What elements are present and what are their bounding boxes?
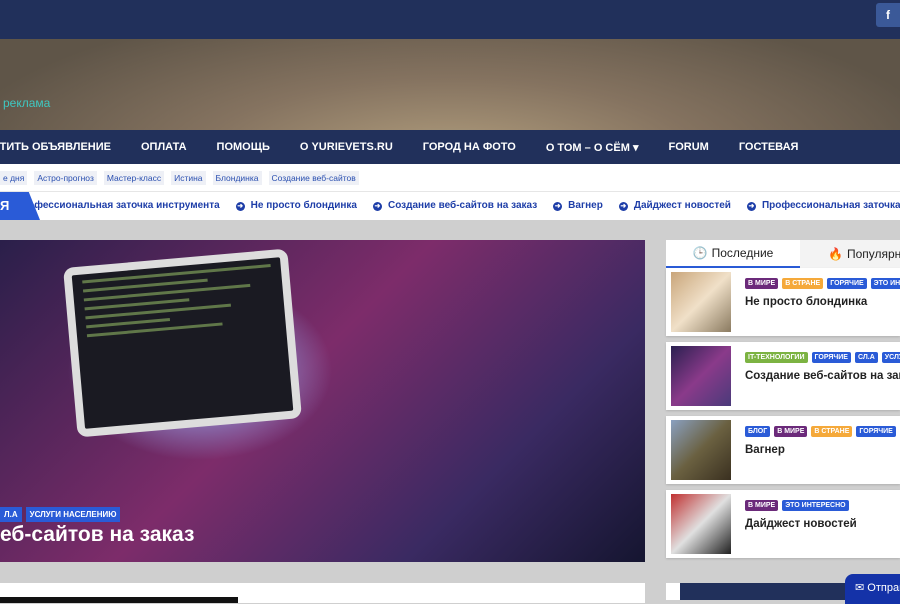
tag-link[interactable]: Мастер-класс [103,170,165,185]
category-badge[interactable]: В СТРАНЕ [782,278,824,289]
sidebar-widget: 🕒Последние 🔥Популярные В МИРЕВ СТРАНЕГОР… [666,240,900,558]
post-thumbnail[interactable] [671,420,731,480]
category-badge[interactable]: IT-ТЕХНОЛОГИИ [745,352,808,363]
main-nav: СТИТЬ ОБЪЯВЛЕНИЕ ОПЛАТА ПОМОЩЬ О YURIEVE… [0,130,900,164]
site-header-banner: реклама [0,39,900,130]
nav-item[interactable]: ГОРОД НА ФОТО [423,141,516,153]
post-thumbnail[interactable] [671,494,731,554]
ad-link[interactable]: реклама [3,96,50,110]
hero-image [63,248,302,438]
nav-item[interactable]: СТИТЬ ОБЪЯВЛЕНИЕ [0,141,111,153]
tag-link[interactable]: Создание веб-сайтов [268,170,359,185]
category-badge[interactable]: В МИРЕ [745,500,779,511]
post-list-item[interactable]: IT-ТЕХНОЛОГИИГОРЯЧИЕСЛ.АУСЛУГИ Создание в… [666,342,900,410]
post-thumbnail[interactable] [671,272,731,332]
tab-popular[interactable]: 🔥Популярные [800,240,900,268]
news-ticker: рофессиональная заточка инструмента ➜ Не … [0,192,900,220]
arrow-circle-icon: ➜ [372,202,382,211]
post-title[interactable]: Не просто блондинка [745,296,867,308]
arrow-circle-icon: ➜ [553,202,563,211]
fire-icon: 🔥 [828,247,843,261]
post-card [0,583,645,603]
post-title[interactable]: Вагнер [745,444,785,456]
post-title[interactable]: Создание веб-сайтов на заказ [745,370,900,382]
category-badge[interactable]: В СТРАНЕ [811,426,853,437]
hero-title[interactable]: еб-сайтов на заказ [0,523,194,547]
category-badge[interactable]: ЭТО ИНТЕРЕСНО [782,500,849,511]
arrow-circle-icon: ➜ [235,202,245,211]
post-list-item[interactable]: В МИРЕВ СТРАНЕГОРЯЧИЕЭТО ИНТЕРЕСНОНе про… [666,268,900,336]
post-list-item[interactable]: В МИРЕ ЭТО ИНТЕРЕСНО Дайджест новостей [666,490,900,558]
arrow-circle-icon: ➜ [746,202,756,211]
ticker-item[interactable]: ➜ Не просто блондинка [235,200,357,211]
category-badge[interactable]: ГОРЯЧИЕ [827,278,867,289]
nav-item[interactable]: FORUM [668,141,708,153]
category-badge[interactable]: СЛ.А [854,352,878,363]
post-title[interactable]: Дайджест новостей [745,518,857,530]
ticker-item[interactable]: ➜ Создание веб-сайтов на заказ [372,200,537,211]
send-label: Отправить [867,582,900,594]
category-badge[interactable]: ГОРЯЧИЕ [856,426,896,437]
category-badge[interactable]: УСЛУГИ [881,352,900,363]
post-thumbnail[interactable] [671,346,731,406]
nav-item[interactable]: ПОМОЩЬ [217,141,270,153]
tag-link[interactable]: Блондинка [212,170,262,185]
category-badge[interactable]: В МИРЕ [774,426,808,437]
category-badge[interactable]: ЭТО ИНТЕРЕСНО [870,278,900,289]
facebook-icon[interactable]: f [876,3,900,27]
clock-icon: 🕒 [692,246,708,260]
nav-item[interactable]: ОПЛАТА [141,141,187,153]
category-badge[interactable]: УСЛУГИ НАСЕЛЕНИЮ [25,507,121,522]
ticker-label: Я [0,192,40,220]
hero-categories: Л.А УСЛУГИ НАСЕЛЕНИЮ [0,507,124,522]
arrow-circle-icon: ➜ [618,202,628,211]
nav-item-dropdown[interactable]: О ТОМ – О СЁМ ▾ [546,141,639,154]
nav-item[interactable]: ГОСТЕВАЯ [739,141,799,153]
tag-bar: е дня Астро-прогноз Мастер-класс Истина … [0,164,900,192]
tag-link[interactable]: Истина [171,170,206,185]
tag-link[interactable]: е дня [0,170,28,185]
tab-latest[interactable]: 🕒 Последние [666,240,800,268]
ticker-item[interactable]: ➜Профессиональная заточка инструмента [746,200,900,211]
tag-link[interactable]: Астро-прогноз [34,170,97,185]
category-badge[interactable]: БЛОГ [745,426,771,437]
post-list-item[interactable]: БЛОГ В МИРЕ В СТРАНЕ ГОРЯЧИЕ Вагнер [666,416,900,484]
ticker-item[interactable]: ➜ Дайджест новостей [618,200,731,211]
tab-label: Популярные [846,247,900,261]
ticker-item[interactable]: рофессиональная заточка инструмента [22,200,220,211]
top-bar: f [0,0,900,39]
ticker-item[interactable]: ➜ Вагнер [553,200,603,211]
nav-item[interactable]: О YURIEVETS.RU [300,141,393,153]
category-badge[interactable]: В МИРЕ [745,278,779,289]
envelope-icon: ✉ [855,582,868,594]
category-badge[interactable]: ГОРЯЧИЕ [811,352,851,363]
tab-label: Последние [711,246,774,260]
category-badge[interactable]: Л.А [0,507,22,522]
